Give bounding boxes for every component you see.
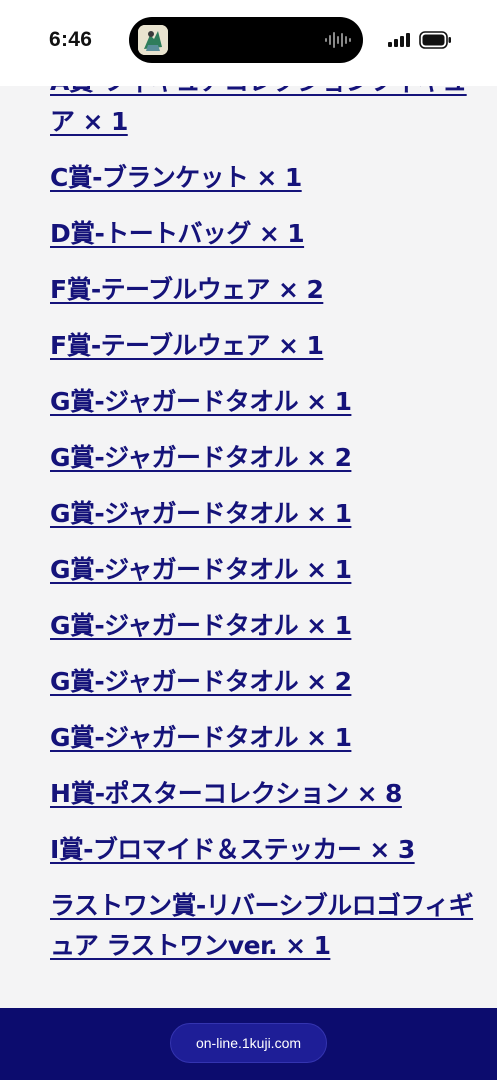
page-content: A賞-フィギュアコレクションフィギュア × 1 C賞-ブランケット × 1 D賞… bbox=[0, 0, 497, 1008]
prize-link[interactable]: G賞-ジャガードタオル × 1 bbox=[50, 606, 475, 646]
list-item: ラストワン賞-リバーシブルロゴフィギュア ラストワンver. × 1 bbox=[50, 886, 475, 966]
address-bar[interactable]: on-line.1kuji.com bbox=[170, 1023, 327, 1063]
list-item: H賞-ポスターコレクション × 8 bbox=[50, 774, 475, 814]
prize-link[interactable]: G賞-ジャガードタオル × 1 bbox=[50, 382, 475, 422]
list-item: G賞-ジャガードタオル × 1 bbox=[50, 718, 475, 758]
status-bar: 6:46 bbox=[0, 0, 497, 86]
prize-list: A賞-フィギュアコレクションフィギュア × 1 C賞-ブランケット × 1 D賞… bbox=[50, 62, 475, 982]
prize-link[interactable]: F賞-テーブルウェア × 2 bbox=[50, 270, 475, 310]
list-item: D賞-トートバッグ × 1 bbox=[50, 214, 475, 254]
battery-icon bbox=[419, 31, 451, 49]
list-item: G賞-ジャガードタオル × 2 bbox=[50, 438, 475, 478]
cellular-signal-icon bbox=[388, 33, 410, 47]
list-item: G賞-ジャガードタオル × 1 bbox=[50, 494, 475, 534]
prize-link[interactable]: ラストワン賞-リバーシブルロゴフィギュア ラストワンver. × 1 bbox=[50, 886, 475, 966]
now-playing-artwork-icon bbox=[138, 25, 168, 55]
status-time: 6:46 bbox=[49, 28, 93, 51]
list-item: F賞-テーブルウェア × 2 bbox=[50, 270, 475, 310]
prize-link[interactable]: H賞-ポスターコレクション × 8 bbox=[50, 774, 475, 814]
prize-link[interactable]: C賞-ブランケット × 1 bbox=[50, 158, 475, 198]
list-item: G賞-ジャガードタオル × 1 bbox=[50, 606, 475, 646]
prize-link[interactable]: G賞-ジャガードタオル × 2 bbox=[50, 438, 475, 478]
prize-link[interactable]: D賞-トートバッグ × 1 bbox=[50, 214, 475, 254]
prize-link[interactable]: G賞-ジャガードタオル × 1 bbox=[50, 718, 475, 758]
list-item: I賞-ブロマイド＆ステッカー × 3 bbox=[50, 830, 475, 870]
list-item: G賞-ジャガードタオル × 1 bbox=[50, 382, 475, 422]
dynamic-island[interactable] bbox=[129, 17, 363, 63]
audio-waveform-icon bbox=[325, 32, 351, 48]
browser-bottom-bar: on-line.1kuji.com bbox=[0, 1008, 497, 1080]
list-item: G賞-ジャガードタオル × 1 bbox=[50, 550, 475, 590]
list-item: C賞-ブランケット × 1 bbox=[50, 158, 475, 198]
prize-link[interactable]: G賞-ジャガードタオル × 1 bbox=[50, 550, 475, 590]
list-item: F賞-テーブルウェア × 1 bbox=[50, 326, 475, 366]
prize-link[interactable]: I賞-ブロマイド＆ステッカー × 3 bbox=[50, 830, 475, 870]
prize-link[interactable]: F賞-テーブルウェア × 1 bbox=[50, 326, 475, 366]
prize-link[interactable]: G賞-ジャガードタオル × 2 bbox=[50, 662, 475, 702]
prize-link[interactable]: G賞-ジャガードタオル × 1 bbox=[50, 494, 475, 534]
list-item: G賞-ジャガードタオル × 2 bbox=[50, 662, 475, 702]
